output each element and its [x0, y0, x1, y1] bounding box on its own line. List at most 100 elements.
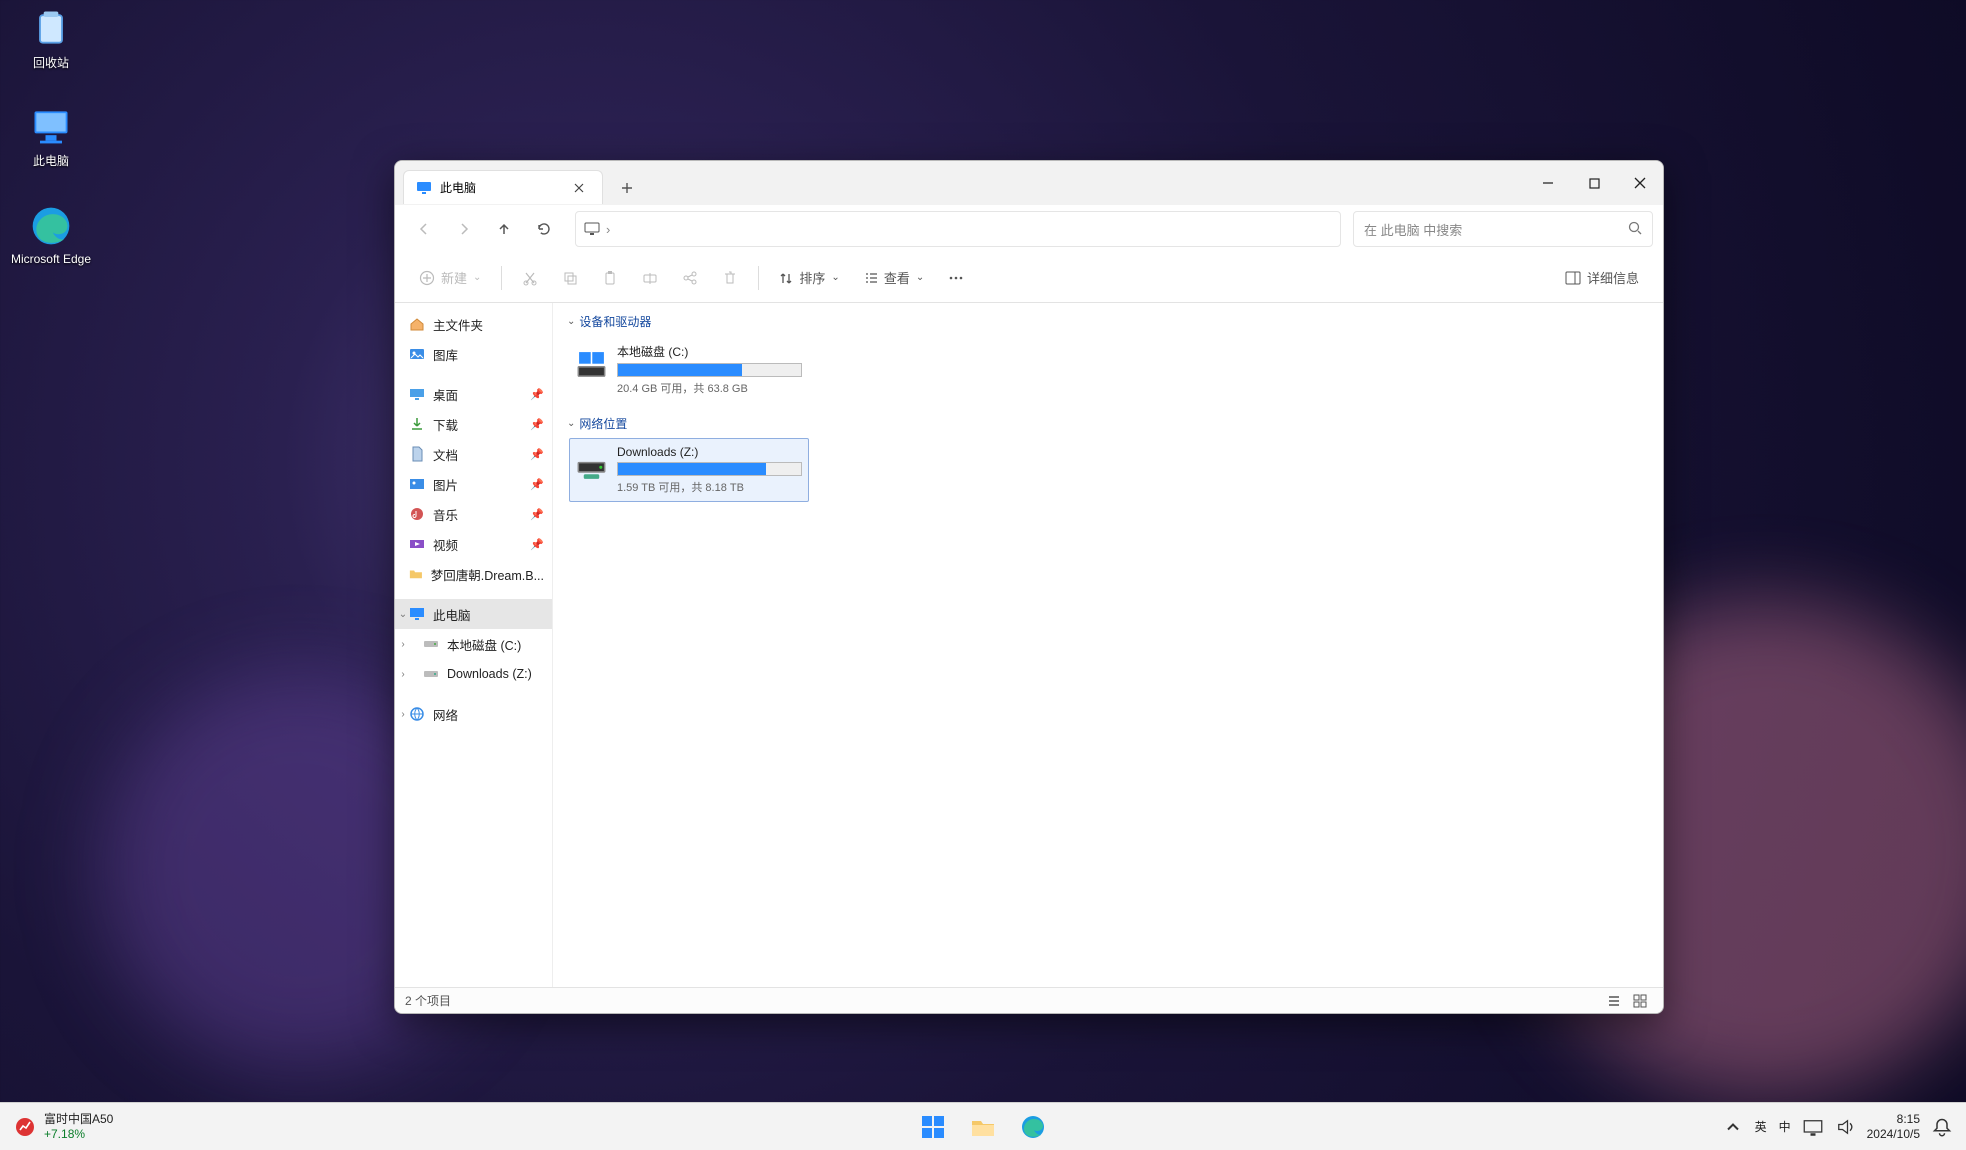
- chevron-down-icon: ⌄: [567, 418, 575, 429]
- sidebar-item-drive-c[interactable]: › 本地磁盘 (C:): [395, 629, 552, 659]
- cut-button[interactable]: [512, 261, 548, 295]
- videos-icon: [409, 536, 425, 552]
- ime-mode[interactable]: 中: [1779, 1118, 1791, 1135]
- chevron-right-icon[interactable]: ›: [397, 639, 409, 650]
- paste-button[interactable]: [592, 261, 628, 295]
- chevron-right-icon: ›: [606, 222, 610, 237]
- close-button[interactable]: [1617, 167, 1663, 199]
- folder-icon: [409, 566, 423, 582]
- delete-button[interactable]: [712, 261, 748, 295]
- sidebar-item-label: 图片: [433, 475, 458, 494]
- sidebar-item-label: 图库: [433, 345, 458, 364]
- chevron-right-icon[interactable]: ›: [397, 709, 409, 720]
- address-bar-row: › 在 此电脑 中搜索: [395, 205, 1663, 253]
- taskbar-clock[interactable]: 8:15 2024/10/5: [1867, 1112, 1920, 1142]
- new-tab-button[interactable]: [609, 173, 645, 203]
- copy-icon: [562, 270, 578, 286]
- sort-button[interactable]: 排序 ⌄: [769, 261, 849, 295]
- item-count: 2 个项目: [405, 992, 451, 1009]
- arrow-right-icon: [456, 221, 472, 237]
- sidebar-item-documents[interactable]: 文档 📌: [395, 439, 552, 469]
- sidebar-item-this-pc[interactable]: ⌄ 此电脑: [395, 599, 552, 629]
- desktop-icon-edge[interactable]: Microsoft Edge: [6, 204, 96, 266]
- view-button[interactable]: 查看 ⌄: [854, 261, 934, 295]
- share-button[interactable]: [672, 261, 708, 295]
- desktop-icon-this-pc[interactable]: 此电脑: [6, 104, 96, 169]
- window-tab[interactable]: 此电脑: [403, 170, 603, 204]
- details-view-button[interactable]: [1601, 990, 1627, 1012]
- nav-forward-button[interactable]: [445, 211, 483, 247]
- capacity-bar: [617, 462, 802, 476]
- tiles-view-button[interactable]: [1627, 990, 1653, 1012]
- copy-button[interactable]: [552, 261, 588, 295]
- pin-icon: 📌: [530, 478, 544, 491]
- rename-icon: [642, 270, 658, 286]
- taskbar-app-edge[interactable]: [1012, 1106, 1054, 1148]
- tab-close-button[interactable]: [568, 177, 590, 199]
- downloads-icon: [409, 416, 425, 432]
- refresh-button[interactable]: [525, 211, 563, 247]
- address-bar[interactable]: ›: [575, 211, 1341, 247]
- drive-capacity-text: 1.59 TB 可用，共 8.18 TB: [617, 476, 802, 495]
- breadcrumb-this-pc[interactable]: [584, 221, 600, 237]
- rename-button[interactable]: [632, 261, 668, 295]
- file-explorer-icon: [969, 1113, 997, 1141]
- sidebar-item-gallery[interactable]: 图库: [395, 339, 552, 369]
- sidebar-item-network[interactable]: › 网络: [395, 699, 552, 729]
- chevron-down-icon[interactable]: ⌄: [397, 609, 409, 620]
- volume-tray-icon[interactable]: [1835, 1117, 1855, 1137]
- refresh-icon: [536, 221, 552, 237]
- group-label: 网络位置: [579, 415, 627, 432]
- desktop-icon-recycle-bin[interactable]: 回收站: [6, 6, 96, 71]
- chevron-down-icon: ⌄: [473, 272, 481, 283]
- nav-back-button[interactable]: [405, 211, 443, 247]
- taskbar[interactable]: 富时中国A50 +7.18% 英 中 8:15 2024/10/5: [0, 1102, 1966, 1150]
- drive-item-c[interactable]: 本地磁盘 (C:) 20.4 GB 可用，共 63.8 GB: [569, 336, 809, 403]
- network-tray-icon[interactable]: [1803, 1117, 1823, 1137]
- sidebar-item-desktop[interactable]: 桌面 📌: [395, 379, 552, 409]
- sidebar-item-music[interactable]: 音乐 📌: [395, 499, 552, 529]
- notifications-button[interactable]: [1932, 1117, 1952, 1137]
- ime-language[interactable]: 英: [1755, 1118, 1767, 1135]
- sidebar-item-downloads[interactable]: 下载 📌: [395, 409, 552, 439]
- taskbar-app-explorer[interactable]: [962, 1106, 1004, 1148]
- start-button[interactable]: [912, 1106, 954, 1148]
- group-header-network[interactable]: ⌄ 网络位置: [561, 411, 1655, 438]
- toolbar-separator: [501, 266, 502, 290]
- details-pane-icon: [1565, 270, 1581, 286]
- drive-item-z[interactable]: Downloads (Z:) 1.59 TB 可用，共 8.18 TB: [569, 438, 809, 502]
- view-label: 查看: [884, 268, 910, 287]
- title-bar[interactable]: 此电脑: [395, 161, 1663, 205]
- system-tray[interactable]: 英 中 8:15 2024/10/5: [1723, 1112, 1966, 1142]
- tray-overflow-button[interactable]: [1723, 1117, 1743, 1137]
- share-icon: [682, 270, 698, 286]
- minimize-button[interactable]: [1525, 167, 1571, 199]
- new-button[interactable]: 新建 ⌄: [409, 261, 491, 295]
- documents-icon: [409, 446, 425, 462]
- search-box[interactable]: 在 此电脑 中搜索: [1353, 211, 1653, 247]
- sidebar-item-label: 主文件夹: [433, 315, 483, 334]
- taskbar-widgets[interactable]: 富时中国A50 +7.18%: [0, 1112, 113, 1141]
- sidebar-item-drive-z[interactable]: › Downloads (Z:): [395, 659, 552, 689]
- chevron-right-icon[interactable]: ›: [397, 669, 409, 680]
- sort-icon: [779, 271, 793, 285]
- details-pane-button[interactable]: 详细信息: [1555, 261, 1649, 295]
- more-button[interactable]: [938, 261, 974, 295]
- capacity-bar: [617, 363, 802, 377]
- maximize-button[interactable]: [1571, 167, 1617, 199]
- pin-icon: 📌: [530, 448, 544, 461]
- nav-up-button[interactable]: [485, 211, 523, 247]
- sidebar-item-folder-dream[interactable]: 梦回唐朝.Dream.B...: [395, 559, 552, 589]
- stock-name: 富时中国A50: [44, 1112, 113, 1126]
- sidebar-item-pictures[interactable]: 图片 📌: [395, 469, 552, 499]
- sidebar-item-label: 桌面: [433, 385, 458, 404]
- stock-change: +7.18%: [44, 1127, 113, 1141]
- sidebar-item-label: 网络: [433, 705, 458, 724]
- group-header-devices[interactable]: ⌄ 设备和驱动器: [561, 309, 1655, 336]
- sidebar-item-home[interactable]: 主文件夹: [395, 309, 552, 339]
- search-placeholder: 在 此电脑 中搜索: [1364, 220, 1462, 239]
- sidebar-item-videos[interactable]: 视频 📌: [395, 529, 552, 559]
- clock-date: 2024/10/5: [1867, 1127, 1920, 1142]
- main-content[interactable]: ⌄ 设备和驱动器 本地磁盘 (C:) 20.4 GB 可用，共 63.8 GB …: [553, 303, 1663, 987]
- sidebar-item-label: 音乐: [433, 505, 458, 524]
